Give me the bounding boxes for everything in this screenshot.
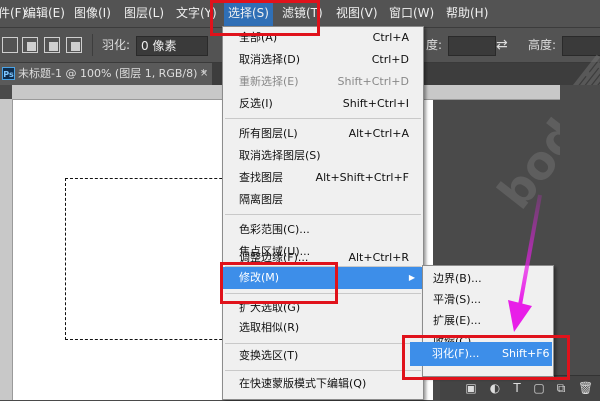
document-tab[interactable]: Ps 未标题-1 @ 100% (图层 1, RGB/8) * × xyxy=(0,63,212,85)
select-menu-dropdown: 全部(A) Ctrl+A 取消选择(D) Ctrl+D 重新选择(E) Shif… xyxy=(222,26,424,400)
menu-item-label: 变换选区(T) xyxy=(239,349,299,362)
menu-item-reselect: 重新选择(E) Shift+Ctrl+D xyxy=(223,71,423,93)
menu-item-color-range[interactable]: 色彩范围(C)... xyxy=(223,219,423,241)
menu-help[interactable]: 帮助(H) xyxy=(442,0,492,27)
menu-item-shortcut: Alt+Ctrl+A xyxy=(348,127,409,140)
divider xyxy=(92,34,93,56)
arrow-annotation-icon xyxy=(508,194,542,332)
menu-item-label: 重新选择(E) xyxy=(239,75,299,88)
width-label: 度: xyxy=(426,38,443,52)
menu-image[interactable]: 图像(I) xyxy=(70,0,115,27)
menu-layer[interactable]: 图层(L) xyxy=(120,0,168,27)
menu-item-label: 所有图层(L) xyxy=(239,127,298,140)
swap-icon[interactable]: ⇄ xyxy=(496,28,508,62)
width-input[interactable] xyxy=(448,36,496,56)
menu-separator xyxy=(225,214,421,215)
menu-item-find-layers[interactable]: 查找图层 Alt+Shift+Ctrl+F xyxy=(223,167,423,189)
menu-item-label: 隔离图层 xyxy=(239,193,283,206)
menu-item-transform-selection[interactable]: 变换选区(T) xyxy=(223,345,423,367)
menu-item-shortcut: Shift+Ctrl+I xyxy=(342,97,409,110)
menu-item-label: 平滑(S)... xyxy=(433,293,482,306)
menu-edit[interactable]: 编辑(E) xyxy=(20,0,69,27)
menu-item-label: 扩展(E)... xyxy=(433,314,482,327)
trash-icon[interactable]: 🗑 xyxy=(578,381,593,395)
new-layer-icon[interactable]: ⧉ xyxy=(554,381,568,395)
shape-icon[interactable]: ▢ xyxy=(532,381,546,395)
menu-view[interactable]: 视图(V) xyxy=(332,0,382,27)
text-tool-icon[interactable]: T xyxy=(510,381,524,395)
document-title: 未标题-1 @ 100% (图层 1, RGB/8) * xyxy=(18,67,207,80)
arrow-head xyxy=(508,300,532,332)
menu-window[interactable]: 窗口(W) xyxy=(385,0,438,27)
height-label: 高度: xyxy=(528,38,557,52)
add-selection-icon[interactable] xyxy=(22,37,38,53)
menu-item-label: 选取相似(R) xyxy=(239,321,300,334)
photoshop-icon: Ps xyxy=(2,67,15,80)
menu-item-shortcut: Shift+Ctrl+D xyxy=(337,75,409,88)
menu-item-label: 取消选择图层(S) xyxy=(239,149,321,162)
menu-item-all-layers[interactable]: 所有图层(L) Alt+Ctrl+A xyxy=(223,123,423,145)
menu-item-label: 查找图层 xyxy=(239,171,283,184)
menu-item-label: 反选(I) xyxy=(239,97,273,110)
menu-item-deselect-layers[interactable]: 取消选择图层(S) xyxy=(223,145,423,167)
menu-separator xyxy=(225,343,421,344)
menu-item-inverse[interactable]: 反选(I) Shift+Ctrl+I xyxy=(223,93,423,115)
close-icon[interactable]: × xyxy=(200,63,208,85)
menu-item-label: 色彩范围(C)... xyxy=(239,223,310,236)
menu-item-quick-mask[interactable]: 在快速蒙版模式下编辑(Q) xyxy=(223,373,423,395)
submenu-arrow-icon: ▶ xyxy=(408,273,415,282)
ruler-vertical[interactable] xyxy=(0,99,13,400)
adjustment-icon[interactable]: ◐ xyxy=(488,381,502,395)
menu-item-label: 边界(B)... xyxy=(433,272,482,285)
menu-item-shortcut: Alt+Shift+Ctrl+F xyxy=(315,171,409,184)
subtract-selection-icon[interactable] xyxy=(44,37,60,53)
menu-item-deselect[interactable]: 取消选择(D) Ctrl+D xyxy=(223,49,423,71)
feather-label: 羽化: xyxy=(102,38,131,52)
menu-separator xyxy=(225,370,421,371)
intersect-selection-icon[interactable] xyxy=(66,37,82,53)
annotation-box-modify xyxy=(220,262,338,304)
menu-item-shortcut: Alt+Ctrl+R xyxy=(348,251,409,264)
new-selection-icon[interactable] xyxy=(2,37,18,53)
arrow-shaft xyxy=(518,194,542,306)
menu-item-isolate-layers[interactable]: 隔离图层 xyxy=(223,189,423,211)
annotation-box-select-menu xyxy=(210,0,320,36)
menu-item-label: 在快速蒙版模式下编辑(Q) xyxy=(239,377,367,390)
menu-item-shortcut: Ctrl+A xyxy=(372,31,409,44)
menu-item-shortcut: Ctrl+D xyxy=(371,53,409,66)
feather-input[interactable]: 0 像素 xyxy=(136,36,208,56)
menu-separator xyxy=(225,118,421,119)
menu-item-similar[interactable]: 选取相似(R) xyxy=(223,317,423,339)
lock-icon[interactable]: ▣ xyxy=(464,381,478,395)
annotation-box-feather xyxy=(402,335,570,380)
menu-item-label: 取消选择(D) xyxy=(239,53,301,66)
